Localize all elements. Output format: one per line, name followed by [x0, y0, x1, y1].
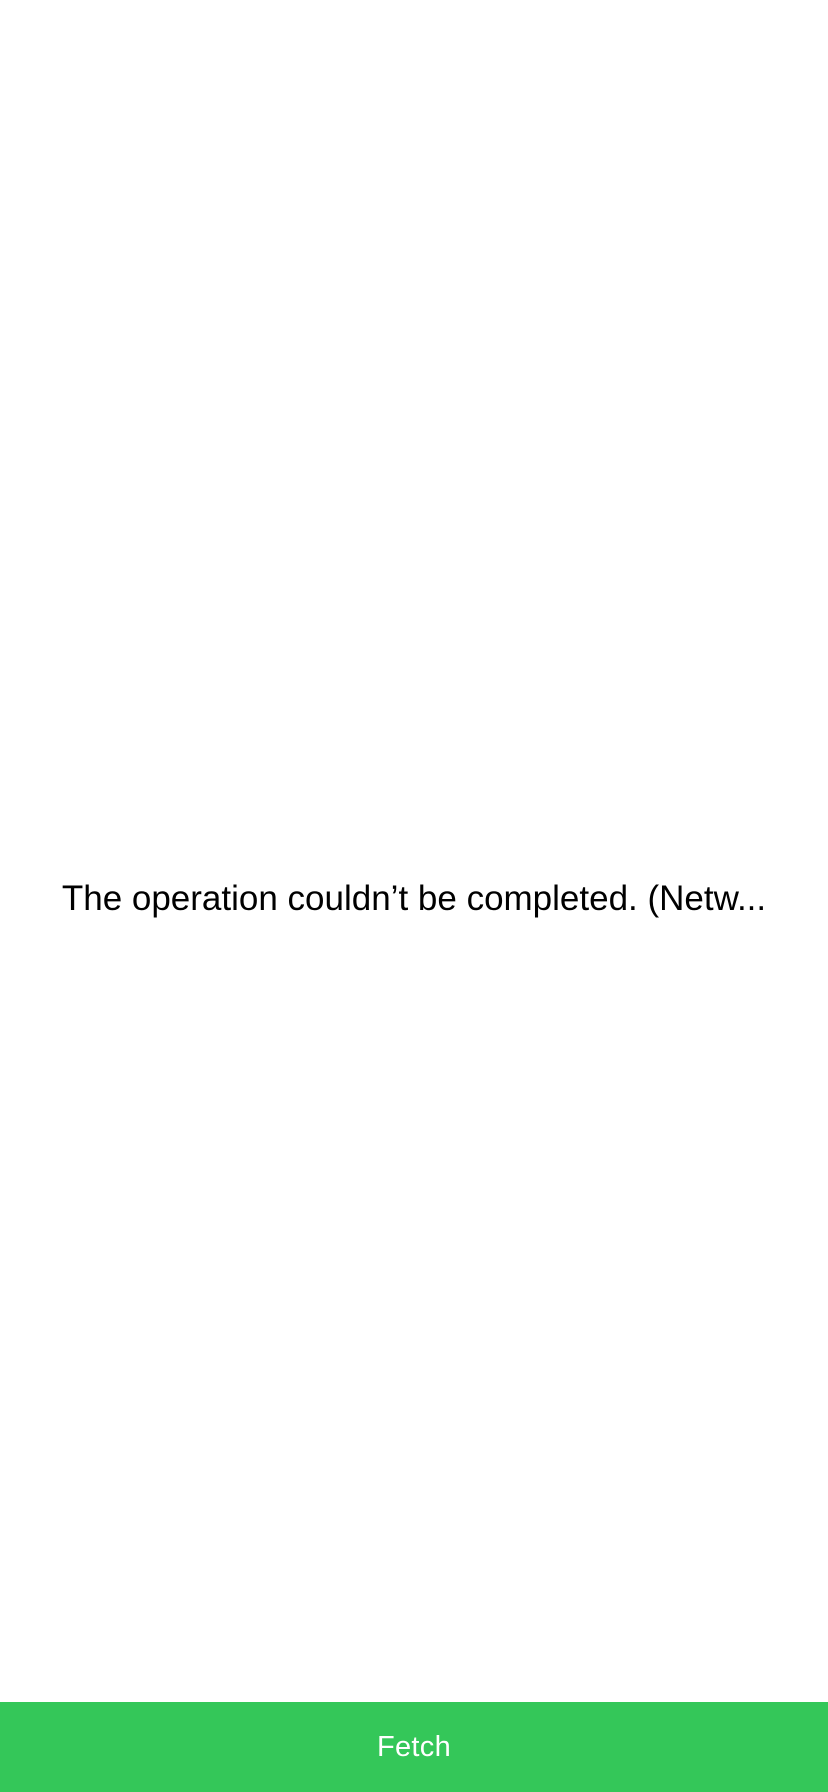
message-area: The operation couldn’t be completed. (Ne…	[0, 0, 828, 1702]
error-message: The operation couldn’t be completed. (Ne…	[61, 879, 767, 918]
app-screen: The operation couldn’t be completed. (Ne…	[0, 0, 828, 1792]
fetch-button[interactable]: Fetch	[0, 1702, 828, 1792]
